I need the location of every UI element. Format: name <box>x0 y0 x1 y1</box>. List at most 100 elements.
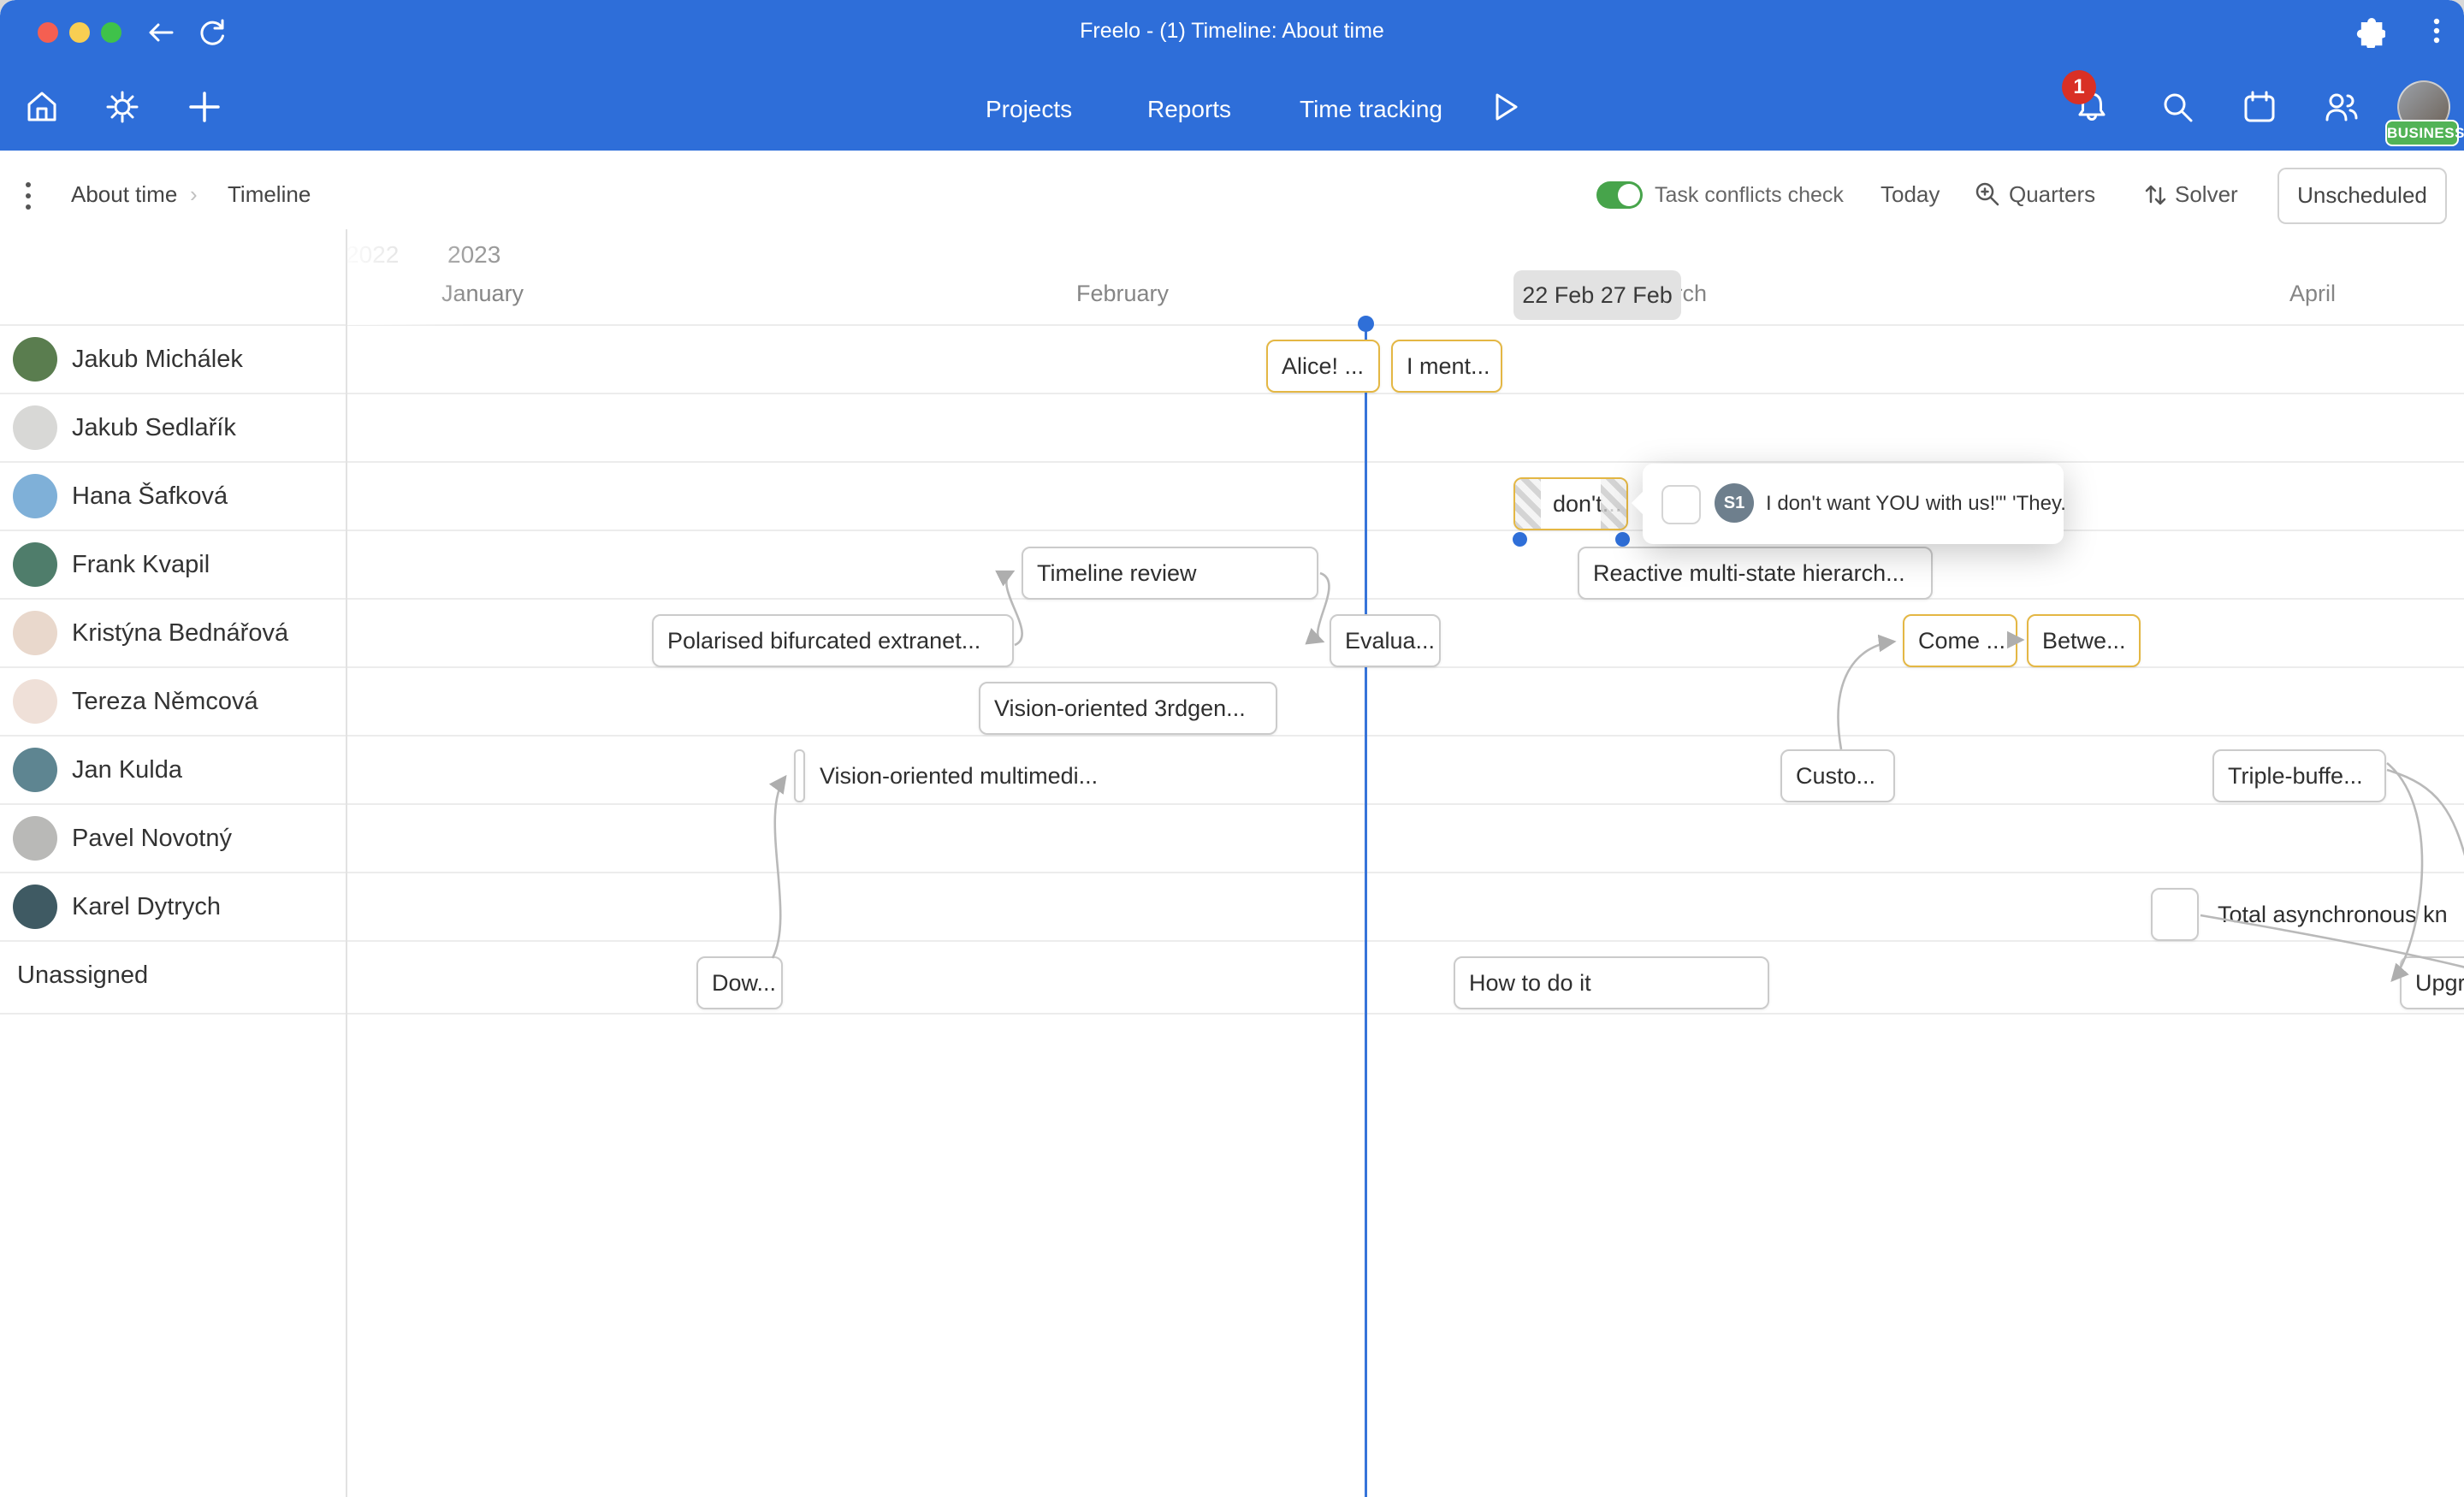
task-checkbox[interactable] <box>1661 485 1701 524</box>
person-row[interactable]: Hana Šafková <box>0 462 346 530</box>
person-row[interactable]: Jakub Sedlařík <box>0 393 346 462</box>
person-row[interactable]: Jakub Michálek <box>0 325 346 393</box>
task-label: I ment... <box>1393 341 1501 391</box>
app-window: Freelo - (1) Timeline: About time Projec… <box>0 0 2464 1497</box>
task-label: Polarised bifurcated extranet... <box>654 616 1012 666</box>
task-label: Reactive multi-state hierarch... <box>1579 548 1931 598</box>
task-conflicts-toggle[interactable] <box>1596 181 1643 209</box>
task-label-outside: Total asynchronous kn <box>2218 888 2448 941</box>
task-bar[interactable]: Custo... <box>1780 749 1895 802</box>
task-bar[interactable]: I ment... <box>1391 340 1502 393</box>
task-label: Triple-buffe... <box>2214 751 2384 801</box>
resize-hatch-right[interactable] <box>1601 479 1626 529</box>
settings-gear-icon[interactable] <box>104 89 140 125</box>
avatar <box>13 679 57 724</box>
tooltip-task-title: I don't want YOU with us!"' 'They. <box>1766 464 2066 544</box>
avatar <box>13 337 57 382</box>
person-name: Frank Kvapil <box>72 530 210 599</box>
task-label: Vision-oriented 3rdgen... <box>980 683 1276 733</box>
selected-range-pill: 22 Feb 27 Feb <box>1513 270 1681 320</box>
person-name: Jakub Sedlařík <box>72 393 236 462</box>
task-tooltip: S1 I don't want YOU with us!"' 'They. <box>1643 464 2064 544</box>
dependency-arrows <box>0 0 2464 1497</box>
task-label: Timeline review <box>1023 548 1317 598</box>
avatar <box>13 816 57 861</box>
timeline-options-kebab-icon[interactable] <box>26 176 33 216</box>
breadcrumb-project[interactable]: About time <box>71 181 177 208</box>
person-name: Hana Šafková <box>72 462 228 530</box>
task-label: Upgr... <box>2402 958 2464 1008</box>
avatar <box>13 405 57 450</box>
browser-menu-icon[interactable] <box>2420 14 2454 48</box>
nav-reports[interactable]: Reports <box>1147 96 1231 123</box>
avatar <box>13 885 57 929</box>
task-bar-small[interactable] <box>2151 888 2199 941</box>
play-timer-icon[interactable] <box>1487 89 1523 125</box>
person-name: Jakub Michálek <box>72 325 243 393</box>
add-plus-icon[interactable] <box>187 89 222 125</box>
task-bar[interactable]: Betwe... <box>2027 614 2141 667</box>
today-marker-dot[interactable] <box>1358 316 1374 332</box>
person-row[interactable]: Pavel Novotný <box>0 804 346 873</box>
plan-badge: BUSINESS <box>2385 120 2459 146</box>
person-row[interactable]: Frank Kvapil <box>0 530 346 599</box>
task-bar[interactable]: Reactive multi-state hierarch... <box>1578 547 1933 600</box>
person-name: Unassigned <box>17 941 148 1009</box>
today-button[interactable]: Today <box>1881 181 1940 208</box>
breadcrumb-chevron-icon: › <box>190 181 198 208</box>
timeline-left-fade <box>346 229 474 325</box>
team-members-icon[interactable] <box>2324 89 2360 125</box>
notification-count-badge: 1 <box>2062 70 2096 104</box>
top-bar: Freelo - (1) Timeline: About time Projec… <box>0 0 2464 151</box>
sprint-avatar: S1 <box>1715 483 1754 523</box>
person-name: Jan Kulda <box>72 736 182 804</box>
task-bar[interactable]: How to do it <box>1454 956 1769 1009</box>
task-bar[interactable]: Timeline review <box>1022 547 1318 600</box>
solver-button[interactable]: Solver <box>2175 181 2238 208</box>
person-name: Karel Dytrych <box>72 873 221 941</box>
solver-sort-icon <box>2141 180 2170 209</box>
month-february: February <box>1076 281 1169 307</box>
task-conflicts-label: Task conflicts check <box>1655 183 1844 208</box>
task-bar[interactable]: Come ... <box>1903 614 2017 667</box>
nav-projects[interactable]: Projects <box>986 96 1072 123</box>
avatar <box>13 542 57 587</box>
task-label: Dow... <box>698 958 781 1008</box>
person-name: Kristýna Bednářová <box>72 599 288 667</box>
home-icon[interactable] <box>24 89 60 125</box>
calendar-icon[interactable] <box>2242 89 2277 125</box>
person-row[interactable]: Jan Kulda <box>0 736 346 804</box>
search-icon[interactable] <box>2159 89 2195 125</box>
task-label: How to do it <box>1455 958 1768 1008</box>
task-bar[interactable]: Evalua... <box>1330 614 1441 667</box>
resize-handle-left[interactable] <box>1513 532 1527 547</box>
extensions-puzzle-icon[interactable] <box>2351 14 2385 48</box>
person-row[interactable]: Tereza Němcová <box>0 667 346 736</box>
resize-handle-right[interactable] <box>1615 532 1630 547</box>
avatar <box>13 474 57 518</box>
person-row[interactable]: Kristýna Bednářová <box>0 599 346 667</box>
person-name: Pavel Novotný <box>72 804 232 873</box>
quarters-button[interactable]: Quarters <box>2009 181 2095 208</box>
avatar <box>13 748 57 792</box>
task-bar[interactable]: Vision-oriented 3rdgen... <box>979 682 1277 735</box>
unscheduled-button[interactable]: Unscheduled <box>2277 168 2447 224</box>
panel-divider <box>346 229 347 1497</box>
task-label: Alice! ... <box>1268 341 1378 391</box>
resize-hatch-left[interactable] <box>1515 479 1541 529</box>
task-label: Betwe... <box>2029 616 2139 666</box>
person-row-unassigned[interactable]: Unassigned <box>0 941 346 1009</box>
task-bar-narrow[interactable] <box>794 749 805 802</box>
task-label: Evalua... <box>1331 616 1439 666</box>
nav-time-tracking[interactable]: Time tracking <box>1300 96 1442 123</box>
quarters-zoom-icon <box>1973 180 2002 209</box>
person-row[interactable]: Karel Dytrych <box>0 873 346 941</box>
task-bar[interactable]: Triple-buffe... <box>2212 749 2386 802</box>
person-name: Tereza Němcová <box>72 667 258 736</box>
month-april: April <box>2289 281 2336 307</box>
task-bar-selected[interactable]: don't... <box>1513 477 1628 530</box>
task-bar[interactable]: Dow... <box>696 956 783 1009</box>
task-bar[interactable]: Upgr... <box>2400 956 2464 1009</box>
task-bar[interactable]: Alice! ... <box>1266 340 1380 393</box>
task-bar[interactable]: Polarised bifurcated extranet... <box>652 614 1014 667</box>
